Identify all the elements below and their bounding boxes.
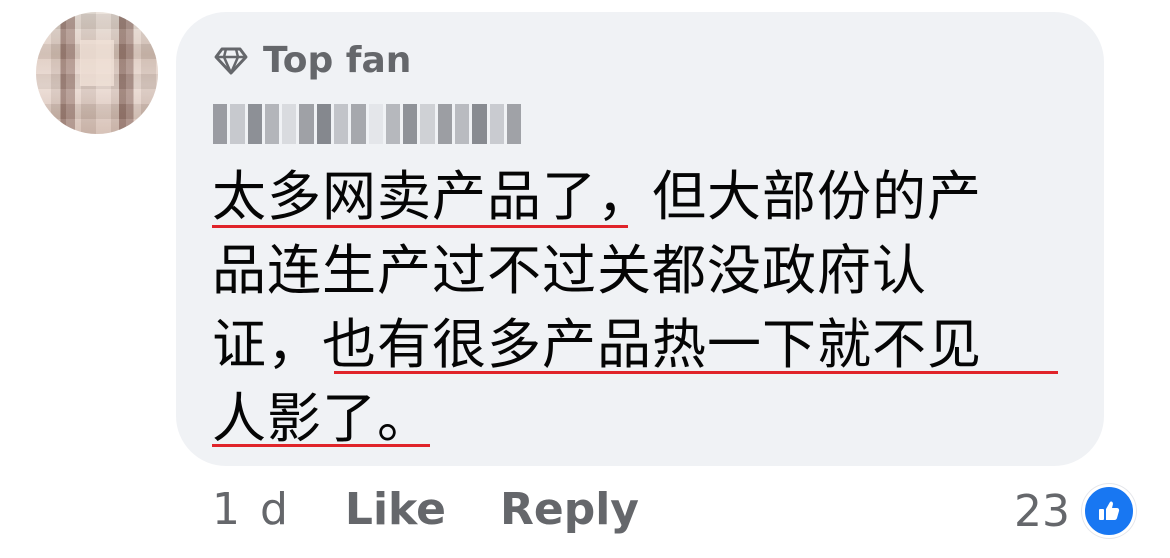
commenter-name[interactable] — [213, 104, 522, 144]
comment-line: 太多网卖产品了，但大部份的产 — [212, 165, 982, 228]
reply-button[interactable]: Reply — [500, 484, 639, 535]
timestamp[interactable]: 1 d — [212, 484, 291, 535]
comment-line: 品连生产过不过关都没政府认 — [212, 239, 927, 302]
red-underline — [212, 444, 430, 447]
red-underline — [212, 225, 628, 228]
avatar[interactable] — [36, 12, 158, 134]
comment-actions: 1 d Like Reply — [212, 484, 639, 535]
reaction-count: 23 — [1014, 485, 1070, 537]
like-thumb-icon — [1082, 484, 1136, 538]
top-fan-badge: Top fan — [213, 40, 411, 81]
comment-text: 太多网卖产品了，但大部份的产 品连生产过不过关都没政府认 证，也有很多产品热一下… — [212, 160, 1082, 456]
diamond-icon — [213, 46, 249, 76]
reactions-summary[interactable]: 23 — [1014, 484, 1136, 538]
like-button[interactable]: Like — [345, 484, 446, 535]
badge-label: Top fan — [263, 40, 412, 81]
red-underline — [334, 371, 1058, 374]
